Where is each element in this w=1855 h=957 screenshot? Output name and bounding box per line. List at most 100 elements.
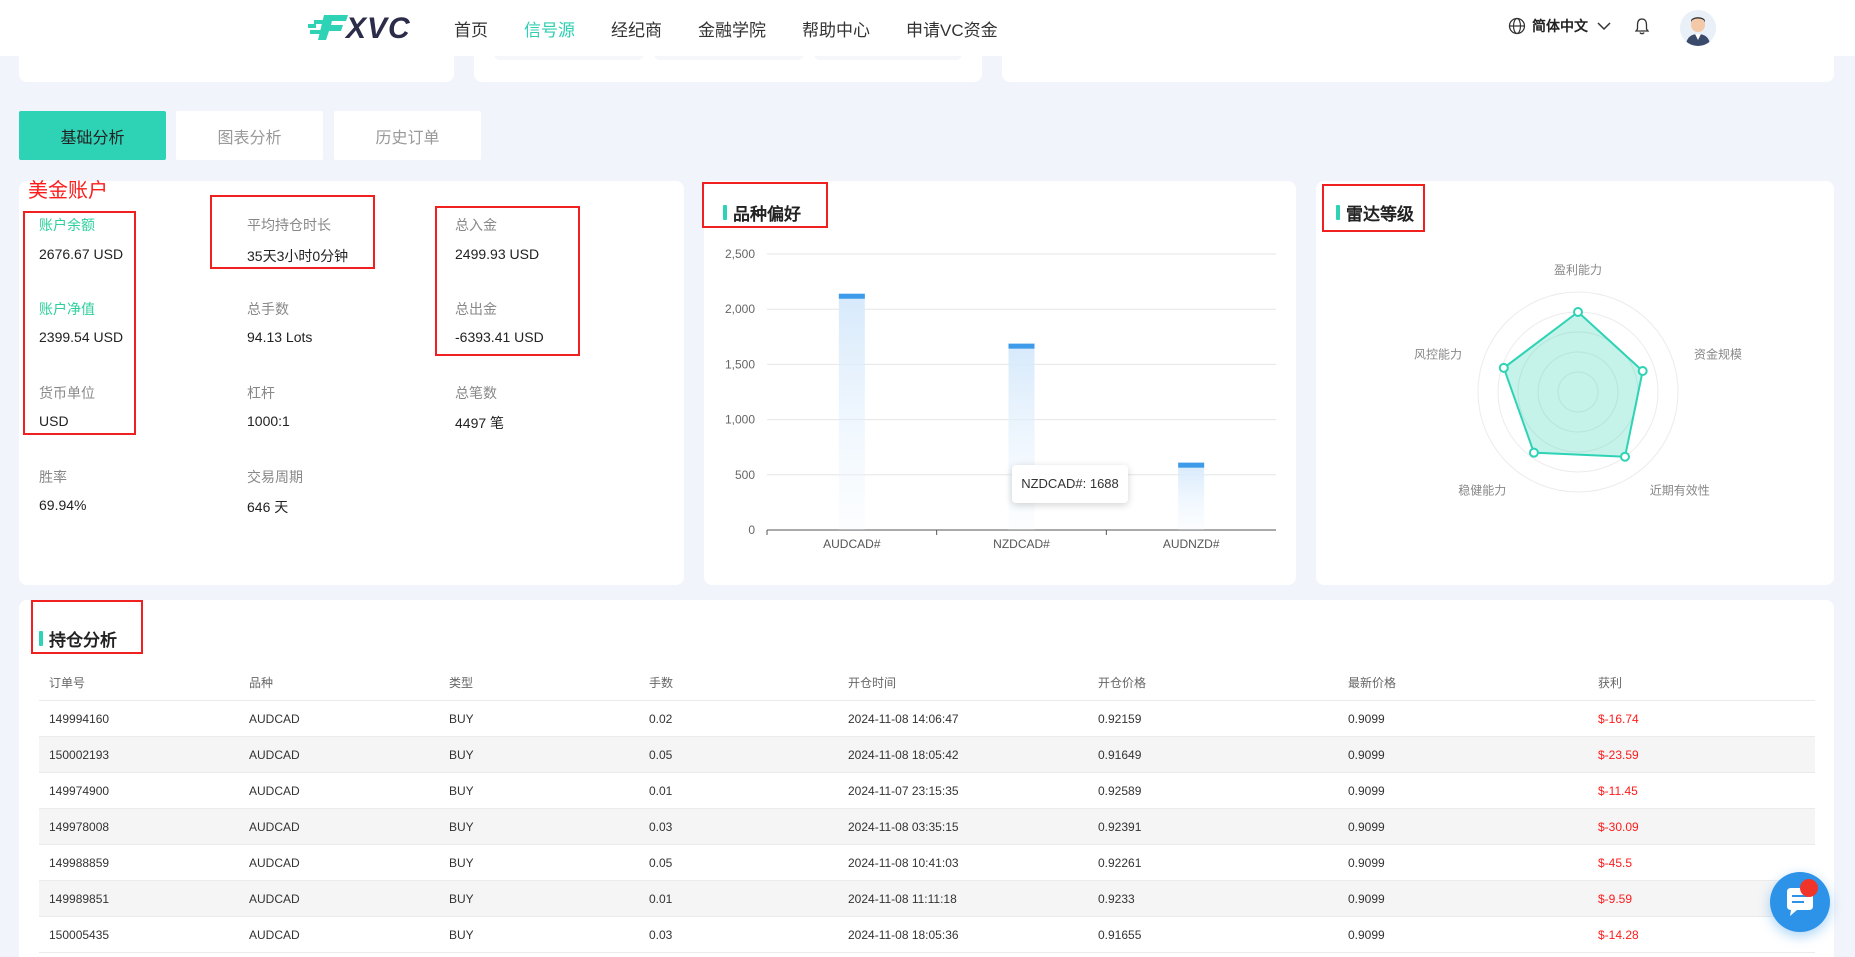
table-row[interactable]: 149994160 AUDCAD BUY 0.02 2024-11-08 14:06:4… <box>39 701 1815 737</box>
cell-latest-price: 0.9099 <box>1348 784 1385 798</box>
cell-latest-price: 0.9099 <box>1348 928 1385 942</box>
cell-latest-price: 0.9099 <box>1348 820 1385 834</box>
cell-lots: 0.05 <box>649 748 673 762</box>
main-nav: 首页 信号源 经纪商 金融学院 帮助中心 申请VC资金 <box>454 0 1034 56</box>
nav-home[interactable]: 首页 <box>454 16 488 41</box>
cell-profit: $-9.59 <box>1598 892 1633 906</box>
nav-apply-funding[interactable]: 申请VC资金 <box>906 16 998 41</box>
cell-open-price: 0.92391 <box>1098 820 1142 834</box>
cell-latest-price: 0.9099 <box>1348 748 1385 762</box>
cell-symbol: AUDCAD <box>249 748 300 762</box>
annotation-box-balance <box>23 211 136 435</box>
cell-type: BUY <box>449 820 474 834</box>
y-tick-label: 2,000 <box>725 302 755 316</box>
logo-text: XVC <box>346 12 411 45</box>
user-avatar-icon <box>1680 10 1716 46</box>
cell-order-id: 149974900 <box>49 784 110 798</box>
annotation-box-preference <box>702 182 828 228</box>
language-selector[interactable]: 简体中文 <box>1508 16 1618 36</box>
y-tick-label: 1,000 <box>725 413 755 427</box>
cell-open-time: 2024-11-08 11:11:18 <box>848 892 957 906</box>
table-row[interactable]: 149974900 AUDCAD BUY 0.01 2024-11-07 23:15:3… <box>39 773 1815 809</box>
column-header-order-id: 订单号 <box>49 676 86 690</box>
period-label: 交易周期 <box>247 469 303 485</box>
bell-icon[interactable] <box>1634 17 1650 40</box>
chat-button[interactable] <box>1770 872 1830 932</box>
cell-symbol: AUDCAD <box>249 856 300 870</box>
lots-value: 94.13 Lots <box>247 329 313 345</box>
cell-order-id: 149989851 <box>49 892 110 906</box>
cell-open-price: 0.9233 <box>1098 892 1135 906</box>
win-rate-label: 胜率 <box>39 469 67 485</box>
lots-label: 总手数 <box>247 301 289 317</box>
bar-audcad[interactable] <box>838 293 865 530</box>
annotation-box-avg-hold <box>210 195 375 269</box>
cell-type: BUY <box>449 748 474 762</box>
nav-help[interactable]: 帮助中心 <box>802 16 870 41</box>
tab-basic-analysis[interactable]: 基础分析 <box>19 111 166 160</box>
cell-latest-price: 0.9099 <box>1348 856 1385 870</box>
column-header-open-price: 开仓价格 <box>1098 676 1147 690</box>
tab-history-orders[interactable]: 历史订单 <box>334 111 481 160</box>
column-header-profit: 获利 <box>1598 676 1623 690</box>
cell-lots: 0.03 <box>649 928 673 942</box>
cell-type: BUY <box>449 784 474 798</box>
table-row[interactable]: 149989851 AUDCAD BUY 0.01 2024-11-08 11:11:1… <box>39 881 1815 917</box>
avatar[interactable] <box>1680 10 1716 46</box>
logo[interactable]: XVC <box>306 10 418 45</box>
cell-lots: 0.05 <box>649 856 673 870</box>
radar-indicator-label: 近期有效性 <box>1650 483 1710 498</box>
radar-point[interactable] <box>1637 365 1648 376</box>
radar-chart: 盈利能力资金规模近期有效性 稳健能力 风控能力 <box>1414 263 1742 498</box>
nav-signals[interactable]: 信号源 <box>524 16 575 41</box>
radar-indicator-label: 稳健能力 <box>1458 483 1506 498</box>
tab-chart-analysis[interactable]: 图表分析 <box>176 111 323 160</box>
column-header-type: 类型 <box>449 676 474 690</box>
cell-open-price: 0.91655 <box>1098 928 1142 942</box>
cell-order-id: 149994160 <box>49 712 110 726</box>
globe-icon <box>1508 17 1526 35</box>
column-header-symbol: 品种 <box>249 676 274 690</box>
cell-order-id: 150002193 <box>49 748 110 762</box>
table-header-row: 订单号 品种 类型 手数 开仓时间 开仓价格 最新价格 获利 <box>39 665 1815 701</box>
nav-brokers[interactable]: 经纪商 <box>611 16 662 41</box>
radar-indicator-label: 风控能力 <box>1414 347 1462 361</box>
cell-latest-price: 0.9099 <box>1348 892 1385 906</box>
radar-point[interactable] <box>1573 307 1583 317</box>
table-row[interactable]: 150002193 AUDCAD BUY 0.05 2024-11-08 18:05:4… <box>39 737 1815 773</box>
trades-value: 4497 笔 <box>455 415 505 431</box>
table-row[interactable]: 150005435 AUDCAD BUY 0.03 2024-11-08 18:05:3… <box>39 917 1815 953</box>
annotation-box-positions <box>31 600 143 654</box>
column-header-lots: 手数 <box>649 676 674 690</box>
cell-open-time: 2024-11-08 18:05:36 <box>848 928 959 942</box>
column-header-open-time: 开仓时间 <box>848 676 897 690</box>
x-tick-label: AUDNZD# <box>1163 537 1220 551</box>
nav-academy[interactable]: 金融学院 <box>698 16 766 41</box>
table-row[interactable]: 149978008 AUDCAD BUY 0.03 2024-11-08 03:35:1… <box>39 809 1815 845</box>
chart-tooltip: NZDCAD#: 1688 <box>1012 465 1128 503</box>
radar-indicator-label: 盈利能力 <box>1554 263 1602 277</box>
radar-point[interactable] <box>1528 447 1539 458</box>
cell-symbol: AUDCAD <box>249 892 300 906</box>
period-value: 646 天 <box>247 499 289 515</box>
win-rate-value: 69.94% <box>39 497 87 513</box>
cell-type: BUY <box>449 712 474 726</box>
cell-latest-price: 0.9099 <box>1348 712 1385 726</box>
cell-lots: 0.01 <box>649 784 673 798</box>
radar-point[interactable] <box>1620 451 1631 462</box>
cell-open-price: 0.92589 <box>1098 784 1142 798</box>
cell-symbol: AUDCAD <box>249 712 300 726</box>
x-tick-label: NZDCAD# <box>993 537 1050 551</box>
leverage-value: 1000:1 <box>247 413 290 429</box>
cell-order-id: 150005435 <box>49 928 110 942</box>
y-tick-label: 1,500 <box>725 357 755 371</box>
cell-profit: $-45.5 <box>1598 856 1633 870</box>
radar-point[interactable] <box>1498 362 1509 373</box>
bar-audnzd[interactable] <box>1178 462 1205 530</box>
account-title: 美金账户 <box>28 180 108 202</box>
table-row[interactable]: 149988859 AUDCAD BUY 0.05 2024-11-08 10:41:0… <box>39 845 1815 881</box>
cell-profit: $-23.59 <box>1598 748 1639 762</box>
language-label: 简体中文 <box>1532 18 1588 34</box>
cell-open-time: 2024-11-08 03:35:15 <box>848 820 959 834</box>
bar-cap <box>838 293 865 299</box>
